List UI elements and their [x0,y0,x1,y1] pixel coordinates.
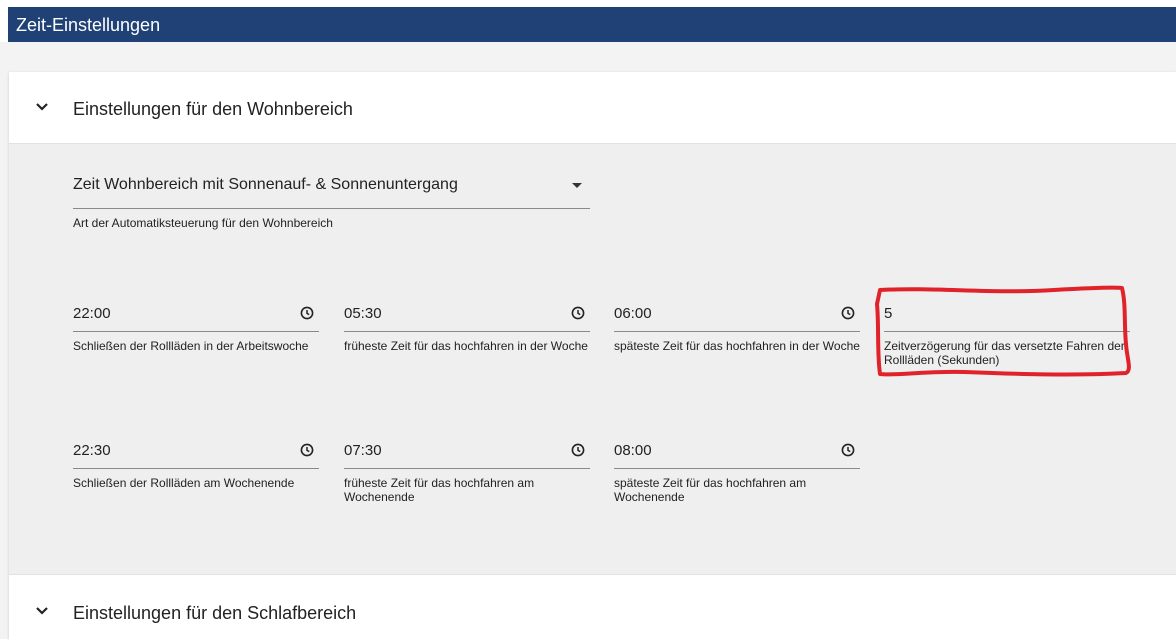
earliest-up-weekday-label: früheste Zeit für das hochfahren in der … [344,339,588,353]
section-living-header[interactable]: Einstellungen für den Wohnbereich [9,72,1176,144]
living-mode-select[interactable]: Zeit Wohnbereich mit Sonnenauf- & Sonnen… [73,166,590,209]
page-title: Zeit-Einstellungen [16,15,161,35]
dropdown-arrow-icon [572,183,582,188]
app-header: Zeit-Einstellungen [8,7,1176,42]
earliest-up-weekend-label: früheste Zeit für das hochfahren am Woch… [344,476,535,504]
latest-up-weekend-field[interactable]: 08:00 [614,432,860,469]
clock-icon[interactable] [571,443,585,457]
close-weekday-value: 22:00 [73,305,111,322]
chevron-down-icon [36,607,48,615]
latest-up-weekend-label: späteste Zeit für das hochfahren am Woch… [614,476,807,504]
clock-icon[interactable] [571,306,585,320]
red-highlight-annotation [875,285,1131,377]
close-weekend-label: Schließen der Rollläden am Wochenende [73,476,295,490]
clock-icon[interactable] [841,443,855,457]
close-weekday-field[interactable]: 22:00 [73,295,319,332]
close-weekend-field[interactable]: 22:30 [73,432,319,469]
chevron-down-icon [36,103,48,111]
section-sleep-header[interactable]: Einstellungen für den Schlafbereich [9,574,1176,640]
latest-up-weekday-value: 06:00 [614,305,652,322]
earliest-up-weekday-field[interactable]: 05:30 [344,295,590,332]
living-mode-select-value: Zeit Wohnbereich mit Sonnenauf- & Sonnen… [73,176,458,193]
earliest-up-weekday-value: 05:30 [344,305,382,322]
clock-icon[interactable] [841,306,855,320]
living-mode-helper: Art der Automatiksteuerung für den Wohnb… [73,216,333,230]
close-weekend-value: 22:30 [73,442,111,459]
section-sleep-title: Einstellungen für den Schlafbereich [73,603,357,623]
latest-up-weekday-field[interactable]: 06:00 [614,295,860,332]
clock-icon[interactable] [300,306,314,320]
clock-icon[interactable] [300,443,314,457]
latest-up-weekday-label: späteste Zeit für das hochfahren in der … [614,339,860,353]
latest-up-weekend-value: 08:00 [614,442,652,459]
earliest-up-weekend-field[interactable]: 07:30 [344,432,590,469]
close-weekday-label: Schließen der Rollläden in der Arbeitswo… [73,339,309,353]
earliest-up-weekend-value: 07:30 [344,442,382,459]
section-living-title: Einstellungen für den Wohnbereich [73,99,353,119]
